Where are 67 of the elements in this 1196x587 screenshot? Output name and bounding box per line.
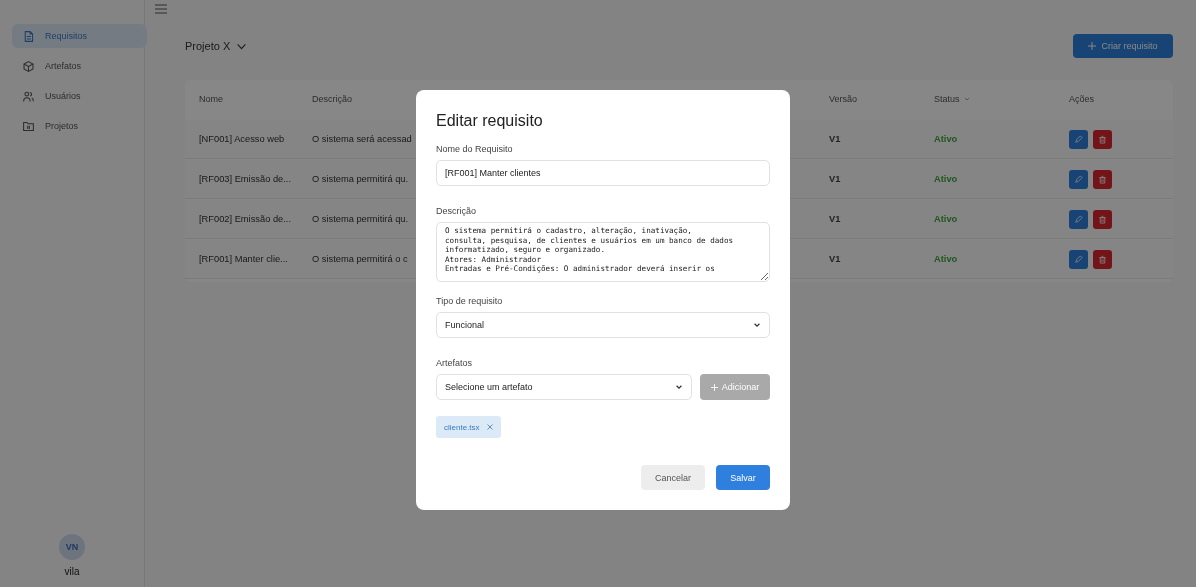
column-header: Nome <box>199 94 224 104</box>
name-cell: [RF001] Manter clie... <box>199 254 288 264</box>
cube-icon <box>22 59 35 73</box>
trash-icon <box>1098 214 1107 224</box>
edit-button[interactable] <box>1069 209 1088 229</box>
edit-button[interactable] <box>1069 249 1088 269</box>
project-selector[interactable]: Projeto X <box>185 40 248 52</box>
delete-button[interactable] <box>1093 249 1112 269</box>
artifact-dropdown[interactable]: Selecione um artefato <box>436 374 692 400</box>
close-icon[interactable] <box>486 424 493 430</box>
field-label: Nome do Requisito <box>436 144 513 154</box>
pencil-icon <box>1074 254 1083 264</box>
status-cell: Ativo <box>934 134 958 144</box>
sidebar-item[interactable]: Requisitos <box>12 24 147 48</box>
users-icon <box>22 89 35 103</box>
pencil-icon <box>1074 174 1083 184</box>
sidebar-item[interactable]: Projetos <box>12 114 147 138</box>
user-avatar[interactable]: VN <box>59 534 85 560</box>
status-cell: Ativo <box>934 214 958 224</box>
chevron-icon <box>675 383 683 391</box>
description-cell: O sistema permitirá qu. <box>312 174 409 184</box>
column-header: Versão <box>829 94 859 104</box>
name-cell: [NF001] Acesso web <box>199 134 285 144</box>
dialog-title: Editar requisito <box>436 112 544 130</box>
document-icon <box>22 29 35 43</box>
description-cell: O sistema permitirá o c <box>312 254 408 264</box>
tag-label: cliente.tsx <box>444 422 480 432</box>
pencil-icon <box>1074 134 1083 144</box>
version-cell: V1 <box>829 214 841 224</box>
sidebar-item[interactable]: Usuários <box>12 84 147 108</box>
user-name: vila <box>64 566 80 577</box>
name-cell: [RF003] Emissão de... <box>199 174 291 184</box>
name-cell: [RF002] Emissão de... <box>199 214 291 224</box>
column-header: Descrição <box>312 94 353 104</box>
delete-button[interactable] <box>1093 129 1112 149</box>
save-button[interactable]: Salvar <box>716 465 770 490</box>
cancel-button[interactable]: Cancelar <box>641 465 705 490</box>
trash-icon <box>1098 174 1107 184</box>
description-cell: O sistema será acessad <box>312 134 412 144</box>
column-header: Ações <box>1069 94 1095 104</box>
delete-button[interactable] <box>1093 209 1112 229</box>
status-cell: Ativo <box>934 254 958 264</box>
folder-icon <box>22 119 35 133</box>
status-cell: Ativo <box>934 174 958 184</box>
version-cell: V1 <box>829 134 841 144</box>
plus-icon <box>1088 42 1097 50</box>
sidebar-item[interactable]: Artefatos <box>12 54 147 78</box>
field-label: Artefatos <box>436 358 473 368</box>
edit-button[interactable] <box>1069 169 1088 189</box>
plus-icon <box>710 383 718 391</box>
type-dropdown[interactable]: Funcional <box>436 312 770 338</box>
menu-icon[interactable] <box>155 4 167 14</box>
edit-button[interactable] <box>1069 129 1088 149</box>
sort-icon <box>963 96 970 102</box>
name-field[interactable]: [RF001] Manter clientes <box>436 160 770 186</box>
description-cell: O sistema permitirá qu. <box>312 214 409 224</box>
field-label: Descrição <box>436 206 476 216</box>
delete-button[interactable] <box>1093 169 1112 189</box>
version-cell: V1 <box>829 174 841 184</box>
trash-icon <box>1098 254 1107 264</box>
trash-icon <box>1098 134 1107 144</box>
chevron-icon <box>753 321 761 329</box>
column-header[interactable]: Status <box>934 94 1069 104</box>
pencil-icon <box>1074 214 1083 224</box>
create-requirement-button[interactable]: Criar requisito <box>1073 34 1173 58</box>
field-label: Tipo de requisito <box>436 296 503 306</box>
version-cell: V1 <box>829 254 841 264</box>
